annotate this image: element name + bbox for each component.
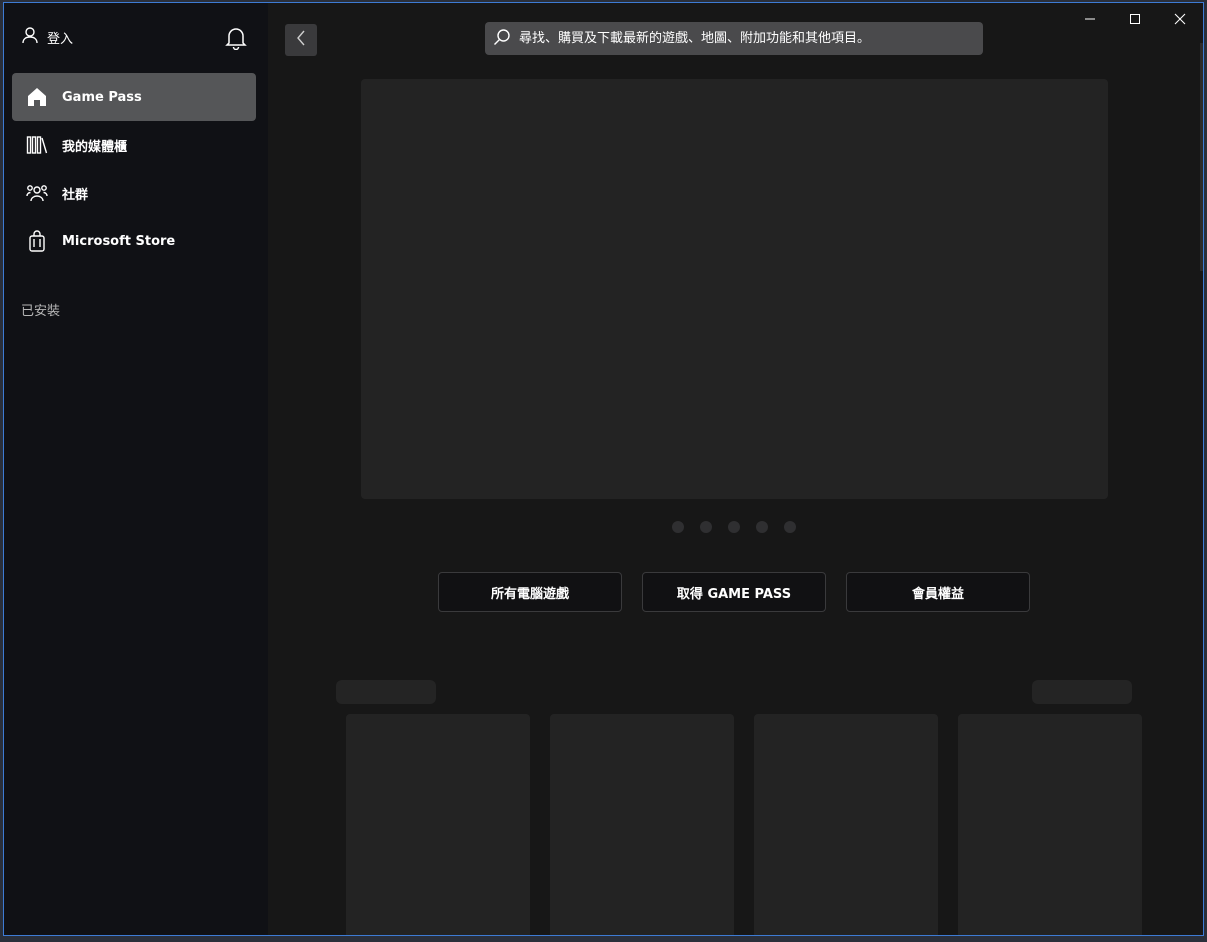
signin-button[interactable]: 登入 (21, 26, 73, 48)
community-icon (26, 182, 48, 204)
signin-label: 登入 (47, 31, 74, 47)
game-card-placeholder[interactable] (346, 714, 530, 935)
all-pc-games-button[interactable]: 所有電腦遊戲 (438, 572, 622, 612)
library-icon (26, 134, 48, 156)
search-icon (493, 28, 519, 50)
store-bag-icon (26, 230, 48, 252)
sidebar-item-label: Microsoft Store (62, 233, 176, 249)
installed-section-label: 已安裝 (21, 304, 61, 319)
sidebar-item-community[interactable]: 社群 (12, 169, 256, 217)
carousel-dot[interactable] (700, 521, 712, 533)
minimize-icon (1084, 10, 1096, 29)
search-bar[interactable] (485, 22, 983, 55)
chevron-left-icon (295, 30, 307, 50)
carousel-dot[interactable] (756, 521, 768, 533)
bell-icon (225, 28, 247, 54)
maximize-icon (1129, 10, 1141, 29)
sidebar-item-label: 社群 (62, 187, 89, 203)
carousel-dots (672, 521, 812, 533)
carousel-dot[interactable] (784, 521, 796, 533)
minimize-button[interactable] (1067, 3, 1113, 35)
sidebar-item-library[interactable]: 我的媒體櫃 (12, 121, 256, 169)
home-icon (26, 86, 48, 108)
close-button[interactable] (1157, 3, 1203, 35)
user-icon (21, 26, 47, 48)
section-title-placeholder (336, 680, 436, 704)
close-icon (1174, 10, 1186, 29)
sidebar-item-microsoft-store[interactable]: Microsoft Store (12, 217, 256, 265)
member-benefits-button[interactable]: 會員權益 (846, 572, 1030, 612)
notifications-button[interactable] (225, 26, 247, 51)
game-card-placeholder[interactable] (958, 714, 1142, 935)
xbox-app-window: 登入 Game Pass 我的媒體櫃 社群 Microsoft Store 已安… (3, 2, 1204, 936)
sidebar-item-label: Game Pass (62, 89, 142, 105)
sidebar-item-label: 我的媒體櫃 (62, 139, 128, 155)
hero-banner[interactable] (361, 79, 1108, 499)
scrollbar[interactable] (1200, 43, 1203, 271)
search-input[interactable] (519, 31, 959, 46)
get-game-pass-button[interactable]: 取得 GAME PASS (642, 572, 826, 612)
sidebar: 登入 Game Pass 我的媒體櫃 社群 Microsoft Store 已安… (4, 3, 268, 935)
carousel-dot[interactable] (672, 521, 684, 533)
game-card-placeholder[interactable] (550, 714, 734, 935)
carousel-dot[interactable] (728, 521, 740, 533)
maximize-button[interactable] (1112, 3, 1158, 35)
game-card-placeholder[interactable] (754, 714, 938, 935)
back-button[interactable] (285, 24, 317, 56)
sidebar-item-game-pass[interactable]: Game Pass (12, 73, 256, 121)
see-all-placeholder (1032, 680, 1132, 704)
